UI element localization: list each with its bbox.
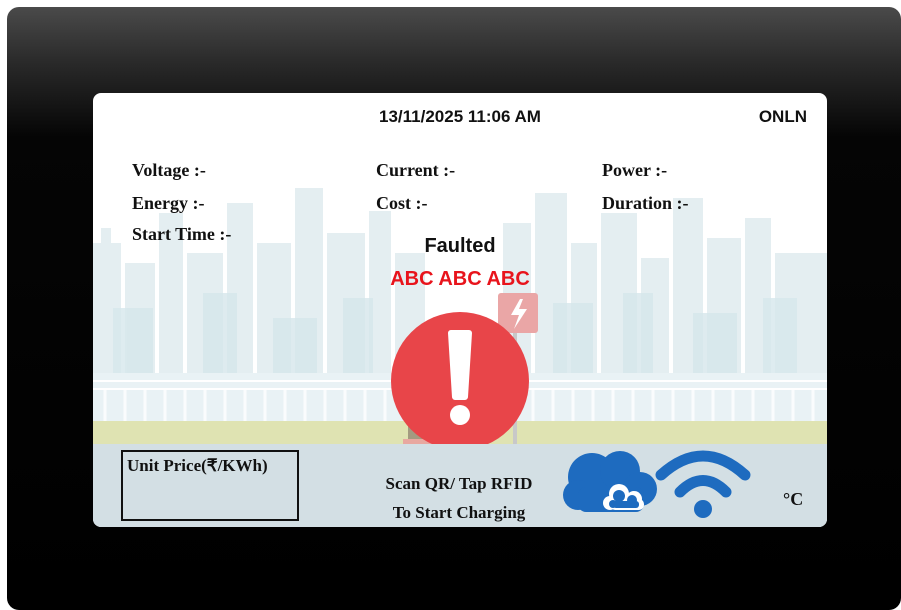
unit-price-label: Unit Price(₹/KWh) <box>127 456 268 475</box>
unit-price-box: Unit Price(₹/KWh) <box>121 450 299 521</box>
datetime-label: 13/11/2025 11:06 AM <box>379 107 541 126</box>
scan-instruction-line2: To Start Charging <box>392 503 526 522</box>
wifi-icon <box>655 450 751 518</box>
cost-label: Cost :- <box>376 193 428 213</box>
cloud-icon <box>563 451 657 512</box>
temperature-unit: °C <box>783 489 804 509</box>
duration-label: Duration :- <box>602 193 689 213</box>
connection-status: ONLN <box>758 107 807 126</box>
power-label: Power :- <box>602 160 668 180</box>
current-label: Current :- <box>376 160 456 180</box>
energy-label: Energy :- <box>132 193 205 213</box>
fault-code: ABC ABC ABC <box>390 268 530 290</box>
charger-display: 13/11/2025 11:06 AM ONLN Voltage :- Curr… <box>93 93 827 527</box>
fault-status: Faulted <box>424 235 496 257</box>
voltage-label: Voltage :- <box>132 160 206 180</box>
scan-instruction-line1: Scan QR/ Tap RFID <box>385 474 533 493</box>
exclamation-circle-icon <box>391 312 529 450</box>
